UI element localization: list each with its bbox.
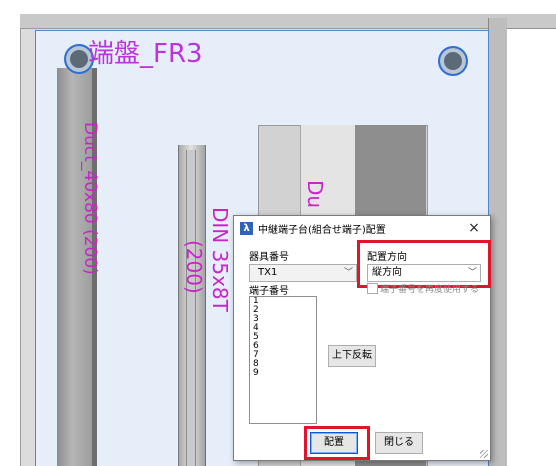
device-number-value: TX1 <box>258 267 278 278</box>
list-item[interactable]: 7 <box>250 351 316 360</box>
list-item[interactable]: 4 <box>250 324 316 333</box>
dialog-titlebar[interactable]: λ 中継端子台(組合せ端子)配置 × <box>234 216 490 240</box>
list-item[interactable]: 3 <box>250 315 316 324</box>
chevron-down-icon: ﹀ <box>343 268 353 278</box>
app-logo-icon: λ <box>240 222 253 235</box>
terminal-number-label: 端子番号 <box>249 286 289 297</box>
dialog-title: 中継端子台(組合せ端子)配置 <box>258 225 386 236</box>
din-rail-label: DIN 35x8T <box>208 207 232 312</box>
list-item[interactable]: 9 <box>250 369 316 378</box>
place-button[interactable]: 配置 <box>310 432 358 454</box>
panel-top-edge <box>20 14 556 29</box>
list-item[interactable]: 6 <box>250 342 316 351</box>
terminal-number-list[interactable]: 1 2 3 4 5 6 7 8 9 <box>249 296 317 424</box>
device-number-label: 器具番号 <box>249 252 289 263</box>
mounting-hole-right[interactable] <box>438 46 468 76</box>
list-item[interactable]: 1 <box>250 297 316 306</box>
panel-name-label: 端盤_FR3 <box>88 39 203 69</box>
close-icon[interactable]: × <box>462 218 486 238</box>
relay-terminal-dialog: λ 中継端子台(組合せ端子)配置 × 器具番号 TX1 ﹀ 配置方向 縦方向 ﹀… <box>233 215 491 461</box>
resize-grip-icon[interactable] <box>480 450 488 458</box>
reuse-terminal-label: 端子番号を再度使用する <box>380 285 480 295</box>
placement-direction-highlight <box>357 240 491 288</box>
duct-right-label: Du <box>303 180 327 209</box>
flip-vertical-button[interactable]: 上下反転 <box>328 345 376 367</box>
din-rail-length-label: (200) <box>182 240 206 294</box>
reuse-terminal-checkbox[interactable] <box>367 283 378 294</box>
close-button[interactable]: 閉じる <box>375 432 423 454</box>
device-number-select[interactable]: TX1 ﹀ <box>249 264 357 282</box>
list-item[interactable]: 8 <box>250 360 316 369</box>
duct-left-label: Duct_40x80 (200) <box>80 122 100 275</box>
list-item[interactable]: 2 <box>250 306 316 315</box>
list-item[interactable]: 5 <box>250 333 316 342</box>
din-rail-channel <box>186 150 196 466</box>
